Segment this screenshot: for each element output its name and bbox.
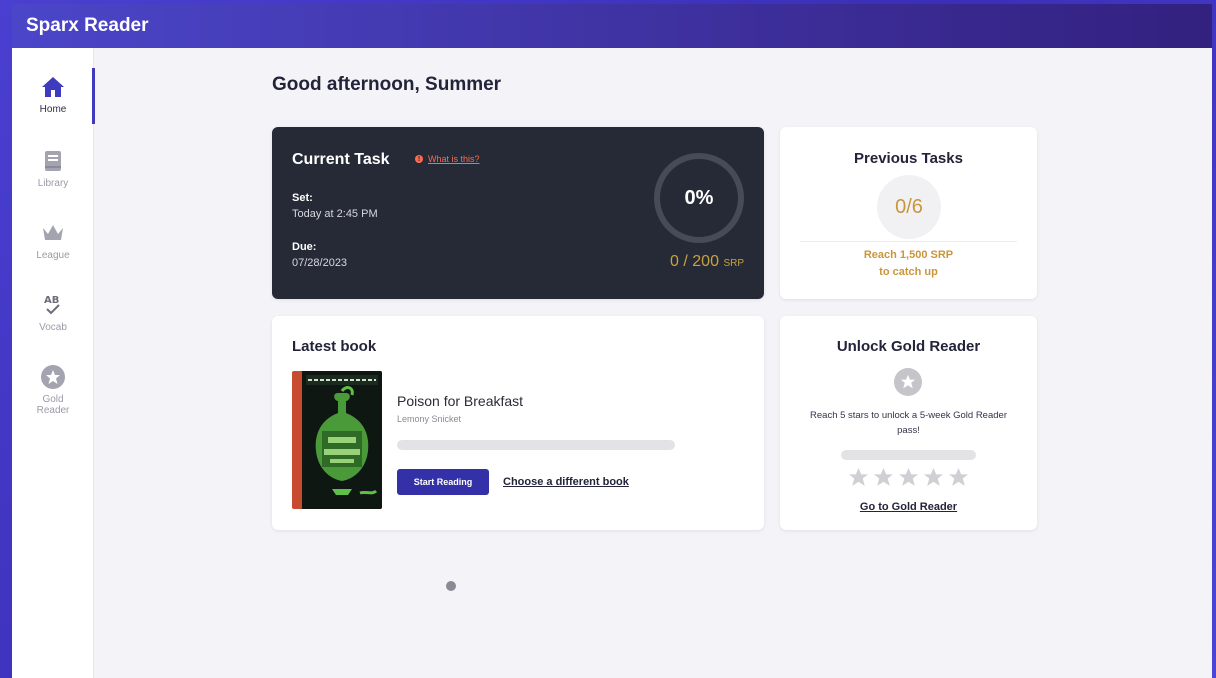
book-title: Poison for Breakfast bbox=[397, 393, 524, 409]
set-label: Set: bbox=[292, 192, 313, 204]
sidebar-item-label: Home bbox=[39, 104, 67, 115]
current-task-title: Current Task bbox=[292, 151, 390, 168]
sidebar: Home Library League AB Vocab Gold Reader bbox=[12, 48, 95, 678]
srp-progress: 0 / 200 SRP bbox=[670, 253, 744, 271]
due-value: 07/28/2023 bbox=[292, 257, 348, 269]
star-icon bbox=[949, 468, 968, 486]
sidebar-item-library[interactable]: Library bbox=[12, 148, 94, 208]
sidebar-item-label: Library bbox=[37, 178, 69, 189]
previous-tasks-card[interactable]: Previous Tasks 0/6 Reach 1,500 SRP to ca… bbox=[780, 127, 1037, 299]
due-label: Due: bbox=[292, 241, 317, 253]
sidebar-item-label: Gold Reader bbox=[36, 394, 70, 416]
sidebar-item-label: Vocab bbox=[39, 322, 67, 333]
book-author: Lemony Snicket bbox=[397, 414, 462, 424]
sidebar-item-league[interactable]: League bbox=[12, 220, 94, 280]
sidebar-item-home[interactable]: Home bbox=[12, 74, 94, 134]
sidebar-item-label: League bbox=[36, 250, 70, 261]
star-circle-icon bbox=[40, 364, 66, 390]
book-progress-bar bbox=[397, 440, 675, 450]
latest-book-card: Latest book Poison for Breakfast Lemony … bbox=[272, 316, 764, 530]
latest-book-title: Latest book bbox=[292, 338, 377, 355]
star-icon bbox=[874, 468, 893, 486]
progress-ring: 0% bbox=[654, 153, 744, 243]
previous-tasks-title: Previous Tasks bbox=[854, 150, 963, 167]
app-window: Sparx Reader Home Library League AB Voca… bbox=[12, 4, 1212, 678]
top-bar: Sparx Reader bbox=[12, 4, 1212, 48]
star-rating bbox=[780, 467, 1037, 488]
catch-up-note: Reach 1,500 SRP to catch up bbox=[780, 247, 1037, 281]
star-icon bbox=[899, 468, 918, 486]
book-icon bbox=[40, 148, 66, 174]
start-reading-button[interactable]: Start Reading bbox=[397, 469, 489, 495]
carousel-dot[interactable] bbox=[446, 581, 456, 591]
go-to-gold-reader-link[interactable]: Go to Gold Reader bbox=[780, 501, 1037, 513]
progress-percent: 0% bbox=[684, 186, 714, 209]
svg-text:AB: AB bbox=[44, 295, 59, 306]
crown-icon bbox=[40, 220, 66, 246]
what-is-this-label: What is this? bbox=[428, 154, 480, 164]
choose-different-book-link[interactable]: Choose a different book bbox=[503, 476, 629, 488]
star-icon bbox=[849, 468, 868, 486]
gold-reader-card: Unlock Gold Reader Reach 5 stars to unlo… bbox=[780, 316, 1037, 530]
sidebar-item-gold-reader[interactable]: Gold Reader bbox=[12, 364, 94, 424]
gold-reader-title: Unlock Gold Reader bbox=[836, 338, 981, 355]
home-icon bbox=[40, 74, 66, 100]
srp-value: 0 / 200 bbox=[670, 253, 719, 270]
app-title: Sparx Reader bbox=[26, 15, 149, 36]
info-icon: ! bbox=[415, 155, 423, 163]
divider bbox=[800, 241, 1017, 242]
current-task-card: Current Task ! What is this? Set: Today … bbox=[272, 127, 764, 299]
gold-reader-description: Reach 5 stars to unlock a 5-week Gold Re… bbox=[810, 410, 1007, 436]
what-is-this-link[interactable]: ! What is this? bbox=[415, 154, 480, 164]
book-cover-image[interactable] bbox=[292, 371, 382, 509]
sidebar-item-vocab[interactable]: AB Vocab bbox=[12, 292, 94, 352]
catch-up-note-line-1: Reach 1,500 SRP bbox=[863, 249, 954, 261]
set-value: Today at 2:45 PM bbox=[292, 208, 378, 220]
gold-progress-bar bbox=[841, 450, 976, 460]
srp-unit: SRP bbox=[723, 258, 744, 269]
previous-tasks-count: 0/6 bbox=[877, 175, 941, 239]
star-icon bbox=[924, 468, 943, 486]
ab-check-icon: AB bbox=[40, 292, 66, 318]
catch-up-note-line-2: to catch up bbox=[879, 266, 938, 278]
greeting: Good afternoon, Summer bbox=[272, 74, 502, 95]
star-circle-icon bbox=[894, 368, 922, 396]
